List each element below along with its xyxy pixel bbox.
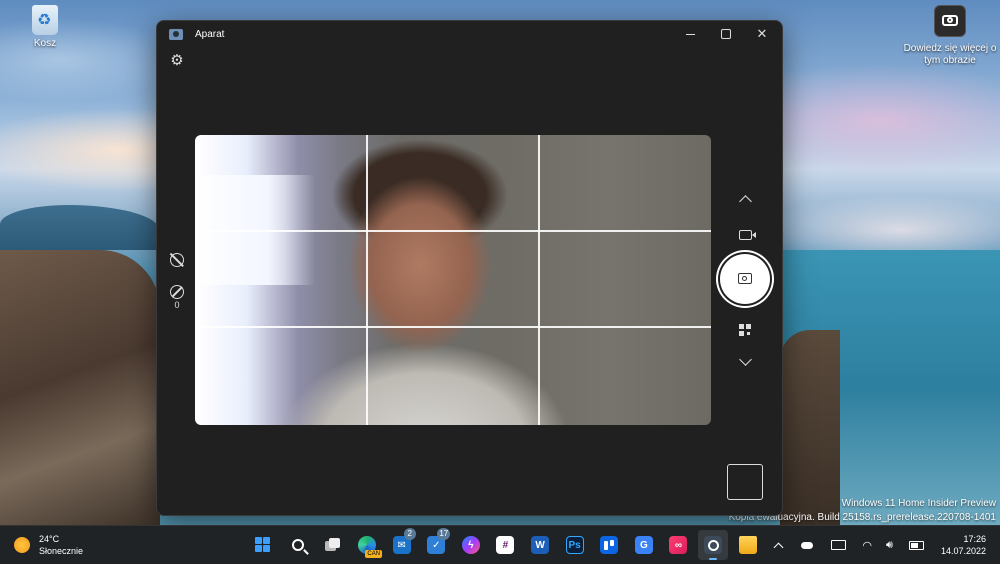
camera-app-icon	[169, 28, 183, 40]
chevron-up-icon[interactable]	[738, 195, 752, 208]
taskbar-file-explorer[interactable]	[733, 530, 763, 560]
gallery-thumbnail[interactable]	[727, 464, 763, 500]
desktop-wallpaper-cliff	[0, 250, 160, 525]
taskbar-creative-cloud[interactable]: ∞	[663, 530, 693, 560]
clock-time: 17:26	[963, 534, 986, 544]
clock-date: 14.07.2022	[940, 546, 986, 556]
maximize-button[interactable]	[708, 21, 744, 47]
taskbar-camera[interactable]	[698, 530, 729, 560]
grid-line-horizontal	[195, 326, 711, 328]
photoshop-icon: Ps	[565, 536, 584, 554]
weather-widget[interactable]: 24°C Słonecznie	[14, 533, 83, 557]
camera-icon	[934, 5, 966, 37]
gear-icon[interactable]: ⚙	[169, 53, 185, 69]
taskbar-slack[interactable]: #	[490, 530, 520, 560]
exposure-icon[interactable]	[170, 285, 184, 299]
camera-icon	[738, 273, 752, 284]
close-button[interactable]: ✕	[744, 21, 780, 47]
volume-icon[interactable]: 🔊︎	[886, 539, 893, 552]
onedrive-cloud-icon[interactable]	[801, 541, 814, 549]
todo-badge: 17	[437, 528, 451, 540]
taskbar-trello[interactable]	[594, 530, 624, 560]
mail-badge: 2	[403, 528, 416, 540]
system-tray: ◠ 🔊︎ 17:26 14.07.2022	[765, 526, 1000, 564]
word-icon: W	[531, 536, 550, 554]
wifi-icon[interactable]: ◠	[862, 539, 872, 552]
grid-line-horizontal	[195, 230, 711, 232]
camera-window: Aparat ✕ ⚙ 0	[156, 20, 783, 516]
battery-icon[interactable]	[908, 540, 924, 550]
taskbar: 24°C Słonecznie CAN ✉ 2 ✓ 17 ϟ # W Ps G …	[0, 525, 1000, 564]
taskbar-start[interactable]	[248, 530, 278, 560]
left-toolbar: 0	[167, 253, 187, 310]
windows-start-icon	[254, 536, 272, 554]
search-icon	[291, 539, 304, 551]
edge-canary-badge: CAN	[365, 550, 383, 558]
trello-icon	[600, 536, 619, 554]
recycle-bin-shortcut[interactable]: Kosz	[20, 5, 70, 49]
learn-about-picture-label: Dowiedz się więcej o tym obrazie	[903, 43, 997, 66]
learn-about-picture-shortcut[interactable]: Dowiedz się więcej o tym obrazie	[900, 5, 1000, 67]
clock[interactable]: 17:26 14.07.2022	[941, 533, 986, 557]
weather-temperature: 24°C	[39, 534, 60, 544]
camera-app-icon	[704, 536, 723, 554]
recycle-bin-label: Kosz	[33, 38, 57, 49]
video-camera-icon[interactable]	[739, 230, 756, 240]
taskbar-todo[interactable]: ✓ 17	[421, 528, 451, 560]
taskbar-edge-canary[interactable]: CAN	[352, 530, 383, 560]
chevron-up-icon[interactable]	[773, 542, 784, 552]
weather-text: 24°C Słonecznie	[39, 533, 83, 557]
taskbar-search[interactable]	[283, 530, 313, 560]
recycle-bin-icon	[32, 5, 58, 35]
taskbar-messenger[interactable]: ϟ	[456, 530, 486, 560]
weather-condition: Słonecznie	[39, 546, 84, 556]
chevron-down-icon[interactable]	[739, 353, 752, 366]
taskbar-photoshop[interactable]: Ps	[560, 530, 590, 560]
grid-line-vertical	[538, 135, 540, 425]
taskbar-task-view[interactable]	[317, 530, 347, 560]
creative-cloud-icon: ∞	[669, 536, 688, 554]
taskbar-mail[interactable]: ✉ 2	[387, 528, 417, 560]
minimize-button[interactable]	[672, 21, 708, 47]
slack-icon: #	[496, 536, 515, 554]
camera-preview	[195, 135, 711, 425]
taskbar-word[interactable]: W	[525, 530, 555, 560]
grid-line-vertical	[366, 135, 368, 425]
title-bar[interactable]: Aparat ✕	[157, 21, 782, 47]
keyboard-icon[interactable]	[831, 540, 847, 550]
watermark-edition: Windows 11 Home Insider Preview	[841, 498, 996, 509]
take-photo-button[interactable]	[720, 254, 770, 304]
messenger-icon: ϟ	[461, 536, 480, 554]
taskbar-translator[interactable]: G	[629, 530, 659, 560]
taskbar-apps: CAN ✉ 2 ✓ 17 ϟ # W Ps G ∞	[246, 528, 765, 560]
task-view-icon	[323, 536, 341, 554]
qr-code-icon[interactable]	[739, 324, 751, 336]
right-toolbar	[717, 191, 773, 366]
sun-icon	[14, 537, 30, 553]
timer-off-icon[interactable]	[170, 253, 184, 267]
folder-icon	[738, 536, 757, 554]
exposure-value: 0	[174, 300, 180, 310]
desktop-wallpaper-cliff-right	[780, 330, 840, 525]
window-title: Aparat	[195, 28, 225, 40]
translator-icon: G	[634, 536, 653, 554]
